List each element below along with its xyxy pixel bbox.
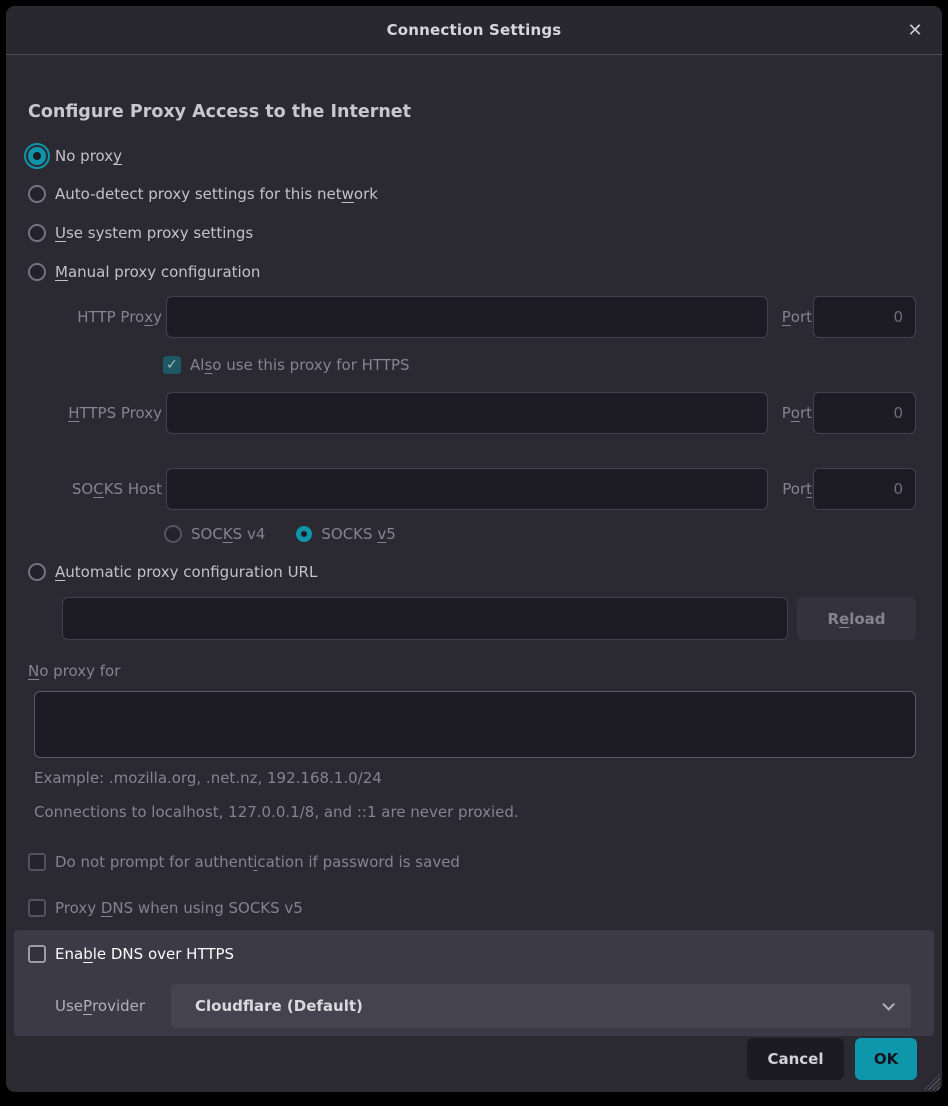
reload-button[interactable]: Reload [797,597,916,640]
chevron-down-icon [882,998,895,1011]
radio-socks-v4[interactable] [164,525,182,543]
socks-version-radios: SOCKS v4 SOCKS v5 [164,521,396,547]
socks-port-input[interactable] [813,468,916,510]
radio-manual-proxy-label: Manual proxy configuration [55,263,260,281]
radio-socks-v5-label: SOCKS v5 [321,525,395,543]
close-icon[interactable]: ✕ [900,15,930,45]
radio-manual-proxy[interactable] [28,263,46,281]
socks-host-label: SOCKS Host [28,468,162,510]
autoconfig-url-input[interactable] [62,597,788,640]
checkbox-no-prompt-auth[interactable] [28,853,46,871]
radio-autoconfig[interactable] [28,563,46,581]
http-port-label: Port [764,296,812,338]
https-proxy-label: HTTPS Proxy [28,392,162,434]
doh-provider-label: Use Provider [55,984,166,1028]
radio-socks-v5[interactable] [296,526,312,542]
radio-row-auto-detect[interactable]: Auto-detect proxy settings for this netw… [28,181,378,207]
no-proxy-note-text: Connections to localhost, 127.0.0.1/8, a… [34,803,519,821]
radio-auto-detect[interactable] [28,185,46,203]
resize-grip[interactable] [924,1074,940,1090]
radio-no-proxy-label: No proxy [55,147,122,165]
checkbox-row-no-prompt-auth[interactable]: Do not prompt for authentication if pass… [28,849,460,875]
connection-settings-dialog: Connection Settings ✕ Configure Proxy Ac… [6,6,942,1092]
radio-system-proxy[interactable] [28,224,46,242]
https-port-input[interactable] [813,392,916,434]
checkbox-also-https-label: Also use this proxy for HTTPS [190,356,410,374]
http-proxy-input[interactable] [166,296,768,338]
checkbox-row-also-https[interactable]: Also use this proxy for HTTPS [163,352,410,378]
https-port-label: Port [764,392,812,434]
checkbox-row-enable-doh[interactable]: Enable DNS over HTTPS [28,941,234,967]
radio-row-manual-proxy[interactable]: Manual proxy configuration [28,259,260,285]
doh-provider-dropdown[interactable]: Cloudflare (Default) [171,984,911,1028]
radio-auto-detect-label: Auto-detect proxy settings for this netw… [55,185,378,203]
checkbox-enable-doh-label: Enable DNS over HTTPS [55,945,234,963]
no-proxy-example-text: Example: .mozilla.org, .net.nz, 192.168.… [34,769,382,787]
no-proxy-for-textarea[interactable] [34,691,916,758]
radio-no-proxy[interactable] [28,147,46,165]
socks-host-input[interactable] [166,468,768,510]
dialog-title: Connection Settings [387,21,562,39]
radio-row-no-proxy[interactable]: No proxy [28,143,122,169]
doh-provider-selected-value: Cloudflare (Default) [195,997,363,1015]
radio-autoconfig-label: Automatic proxy configuration URL [55,563,317,581]
dialog-titlebar: Connection Settings ✕ [6,6,942,55]
checkbox-also-https[interactable] [163,356,181,374]
checkbox-proxy-dns[interactable] [28,899,46,917]
http-proxy-label: HTTP Proxy [28,296,162,338]
socks-port-label: Port [764,468,812,510]
radio-socks-v4-label: SOCKS v4 [191,525,265,543]
checkbox-proxy-dns-label: Proxy DNS when using SOCKS v5 [55,899,303,917]
no-proxy-for-label: No proxy for [28,658,120,684]
http-port-input[interactable] [813,296,916,338]
checkbox-enable-doh[interactable] [28,945,46,963]
checkbox-row-proxy-dns[interactable]: Proxy DNS when using SOCKS v5 [28,895,303,921]
checkbox-no-prompt-auth-label: Do not prompt for authentication if pass… [55,853,460,871]
https-proxy-input[interactable] [166,392,768,434]
radio-system-proxy-label: Use system proxy settings [55,224,253,242]
radio-row-autoconfig[interactable]: Automatic proxy configuration URL [28,559,317,585]
ok-button[interactable]: OK [855,1038,917,1080]
radio-row-system-proxy[interactable]: Use system proxy settings [28,220,253,246]
cancel-button[interactable]: Cancel [747,1038,844,1080]
page-title: Configure Proxy Access to the Internet [28,102,411,122]
